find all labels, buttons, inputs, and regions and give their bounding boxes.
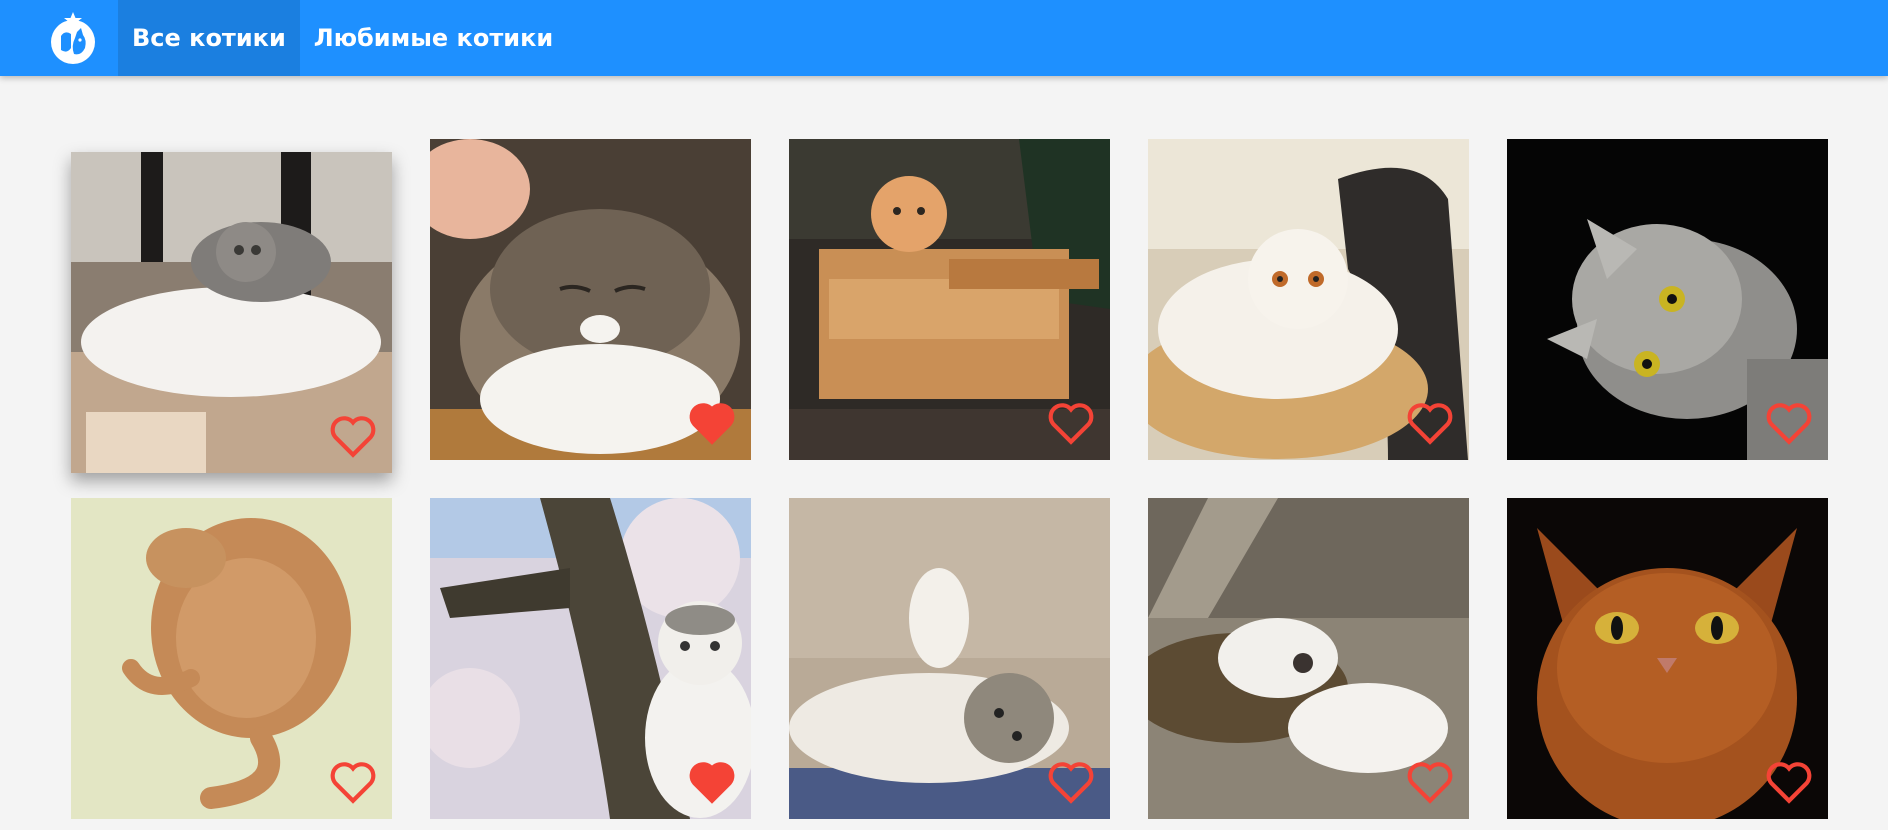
heart-outline-icon[interactable] bbox=[328, 759, 378, 805]
heart-outline-icon[interactable] bbox=[1046, 400, 1096, 446]
heart-outline-icon[interactable] bbox=[328, 413, 378, 459]
cat-card[interactable] bbox=[789, 139, 1110, 460]
cat-card[interactable] bbox=[1507, 498, 1828, 819]
cat-card[interactable] bbox=[430, 139, 751, 460]
tab-favorite-cats[interactable]: Любимые котики bbox=[300, 0, 567, 76]
top-navbar: Все котики Любимые котики bbox=[0, 0, 1888, 76]
heart-outline-icon[interactable] bbox=[1405, 400, 1455, 446]
cat-card[interactable] bbox=[71, 498, 392, 819]
heart-outline-icon[interactable] bbox=[1764, 759, 1814, 805]
tab-all-cats[interactable]: Все котики bbox=[118, 0, 300, 76]
heart-outline-icon[interactable] bbox=[1405, 759, 1455, 805]
heart-outline-icon[interactable] bbox=[1046, 759, 1096, 805]
cat-grid bbox=[71, 139, 1828, 819]
cat-card[interactable] bbox=[71, 152, 392, 473]
cat-dog-logo-icon[interactable] bbox=[44, 9, 102, 67]
cat-card[interactable] bbox=[789, 498, 1110, 819]
cat-card[interactable] bbox=[1507, 139, 1828, 460]
heart-filled-icon[interactable] bbox=[687, 400, 737, 446]
heart-outline-icon[interactable] bbox=[1764, 400, 1814, 446]
cat-card[interactable] bbox=[1148, 498, 1469, 819]
cat-card[interactable] bbox=[430, 498, 751, 819]
heart-filled-icon[interactable] bbox=[687, 759, 737, 805]
cat-card[interactable] bbox=[1148, 139, 1469, 460]
